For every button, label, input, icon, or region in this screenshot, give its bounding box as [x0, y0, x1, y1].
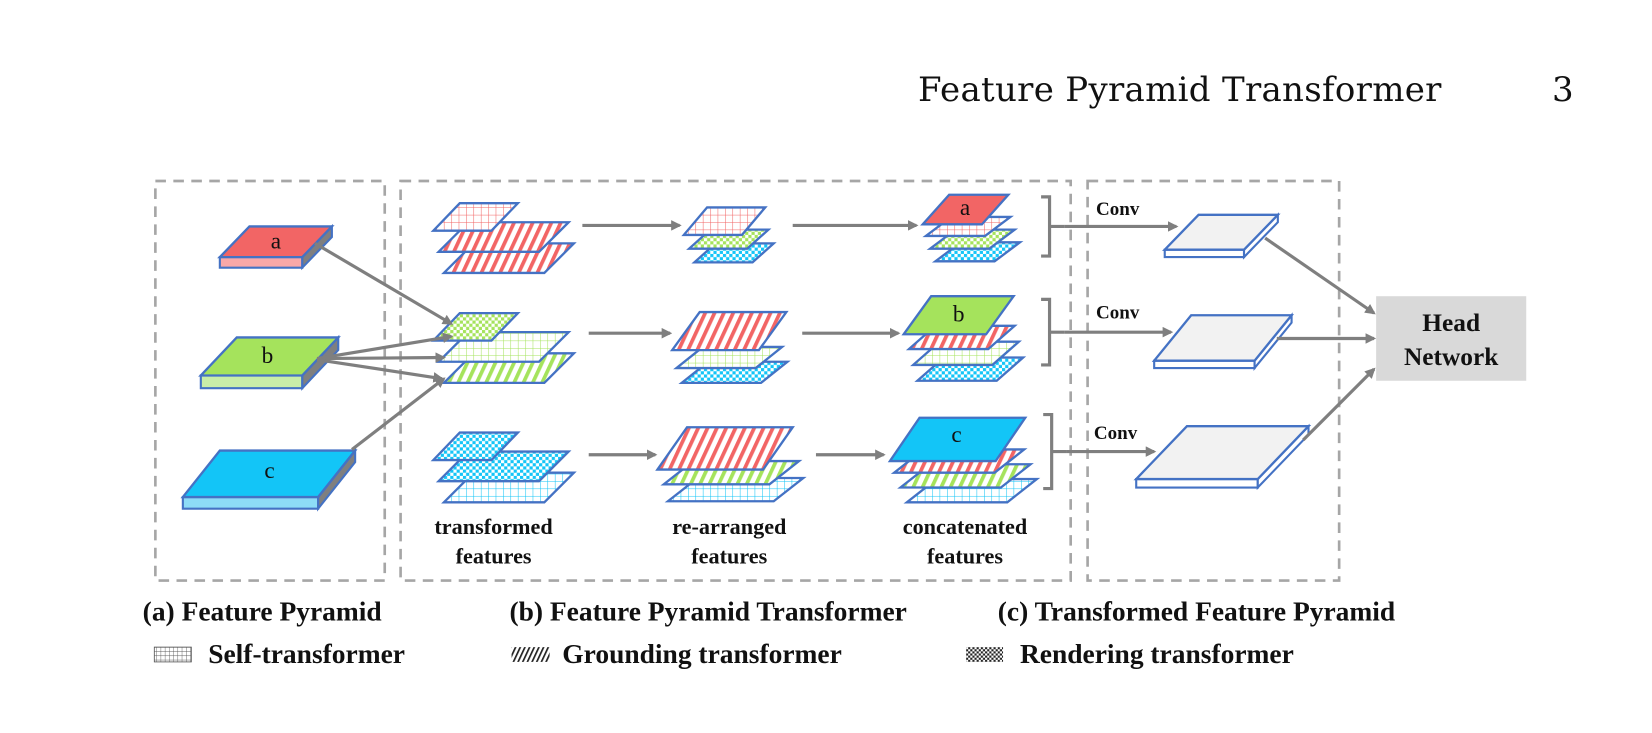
level-b-slab-front [199, 374, 304, 390]
arrow-a-to-transformed-b [314, 242, 454, 326]
level-a-slab-front [218, 256, 304, 269]
fpt-figure: a b c a b c transformed features re-arra… [143, 179, 1527, 669]
bracket-b [1041, 297, 1065, 367]
rearranged-b-layer-1 [669, 310, 789, 352]
output-p3-slab-top [1133, 425, 1312, 481]
conv-label-3: Conv [1094, 423, 1138, 444]
stage-label-transformed-1: transformed [434, 514, 553, 539]
head-network-line2: Network [1404, 343, 1499, 371]
concat-top-c-label: c [951, 422, 961, 448]
output-p3-slab-front [1135, 478, 1259, 489]
arrow-b-to-transformed-b-3 [316, 358, 444, 383]
legend-self-transformer: Self-transformer [208, 639, 405, 669]
caption-b: (b) Feature Pyramid Transformer [509, 597, 906, 627]
bracket-a [1041, 195, 1065, 258]
concat-top-b-label: b [953, 302, 965, 328]
conv-label-1: Conv [1096, 199, 1140, 220]
level-c-label: c [264, 458, 274, 484]
level-c-slab-front [181, 495, 320, 510]
stage-label-concatenated-2: features [927, 544, 1003, 569]
level-a-label: a [271, 229, 281, 255]
stage-label-concatenated-1: concatenated [903, 514, 1028, 539]
stage-label-transformed-2: features [456, 544, 532, 569]
legend-grounding-transformer: Grounding transformer [562, 639, 842, 669]
head-network-line1: Head [1422, 309, 1480, 337]
bracket-c [1043, 413, 1067, 491]
caption-c: (c) Transformed Feature Pyramid [998, 597, 1395, 627]
level-b-label: b [262, 343, 274, 369]
concat-top-a-label: a [960, 195, 970, 221]
arrow-p1-to-head [1264, 236, 1376, 315]
stage-label-rearranged-2: features [691, 544, 767, 569]
checker-pattern-icon [966, 647, 1004, 662]
grid-pattern-icon [153, 646, 192, 663]
arrow-b-to-transformed-b-2 [317, 352, 447, 363]
arrow-c-to-transformed-b [350, 377, 446, 451]
conv-label-2: Conv [1096, 302, 1140, 323]
stage-label-rearranged-1: re-arranged [672, 514, 787, 539]
diagonal-stripes-icon [511, 647, 550, 662]
legend-rendering-transformer: Rendering transformer [1020, 639, 1294, 669]
output-p2-slab-top [1151, 314, 1295, 362]
output-p1-slab-top [1162, 213, 1281, 251]
caption-a: (a) Feature Pyramid [143, 597, 382, 627]
